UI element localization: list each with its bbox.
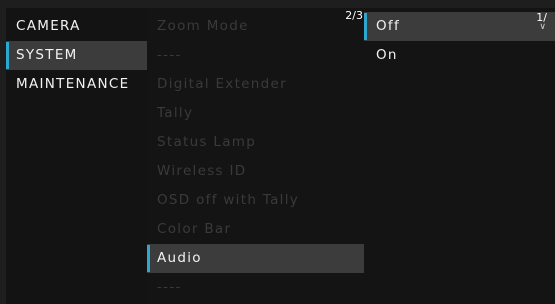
main-menu-item-label: SYSTEM — [16, 47, 78, 63]
option-item-off[interactable]: Off — [364, 12, 555, 41]
submenu-separator: ---- — [147, 41, 364, 70]
submenu-separator: ---- — [147, 273, 364, 302]
chevron-down-icon: ∨ — [539, 22, 546, 32]
option-item-label: On — [376, 47, 398, 63]
submenu-item-audio[interactable]: Audio — [147, 244, 364, 273]
main-menu-item-maintenance[interactable]: MAINTENANCE — [6, 70, 147, 99]
submenu-item-color-bar[interactable]: Color Bar — [147, 215, 364, 244]
osd-menu-screen: CAMERA SYSTEM MAINTENANCE Zoom Mode ----… — [0, 0, 555, 304]
submenu-item-status-lamp[interactable]: Status Lamp — [147, 128, 364, 157]
option-item-on[interactable]: On — [364, 41, 555, 70]
submenu-item-tally[interactable]: Tally — [147, 99, 364, 128]
submenu-item-label: OSD off with Tally — [157, 192, 300, 208]
system-submenu: Zoom Mode ---- Digital Extender Tally St… — [147, 8, 364, 304]
submenu-item-label: Wireless ID — [157, 163, 247, 179]
main-menu-item-camera[interactable]: CAMERA — [6, 12, 147, 41]
main-menu: CAMERA SYSTEM MAINTENANCE — [6, 8, 147, 304]
submenu-item-label: Tally — [157, 105, 194, 121]
submenu-item-osd-off-with-tally[interactable]: OSD off with Tally — [147, 186, 364, 215]
submenu-item-wireless-id[interactable]: Wireless ID — [147, 157, 364, 186]
submenu-item-label: Status Lamp — [157, 134, 257, 150]
audio-options: Off On 1/ ∨ — [364, 8, 555, 304]
submenu-item-label: ---- — [157, 47, 182, 63]
submenu-item-label: ---- — [157, 279, 182, 295]
option-item-label: Off — [376, 18, 401, 34]
main-menu-item-label: CAMERA — [16, 18, 81, 34]
submenu-item-label: Zoom Mode — [157, 18, 249, 34]
submenu-item-label: Color Bar — [157, 221, 232, 237]
main-menu-item-label: MAINTENANCE — [16, 76, 130, 92]
submenu-item-label: Digital Extender — [157, 76, 287, 92]
submenu-item-label: Audio — [157, 250, 202, 266]
submenu-item-digital-extender[interactable]: Digital Extender — [147, 70, 364, 99]
submenu-page-indicator: 2/3 — [345, 9, 363, 22]
main-menu-item-system[interactable]: SYSTEM — [6, 41, 147, 70]
submenu-item-zoom-mode[interactable]: Zoom Mode — [147, 12, 364, 41]
